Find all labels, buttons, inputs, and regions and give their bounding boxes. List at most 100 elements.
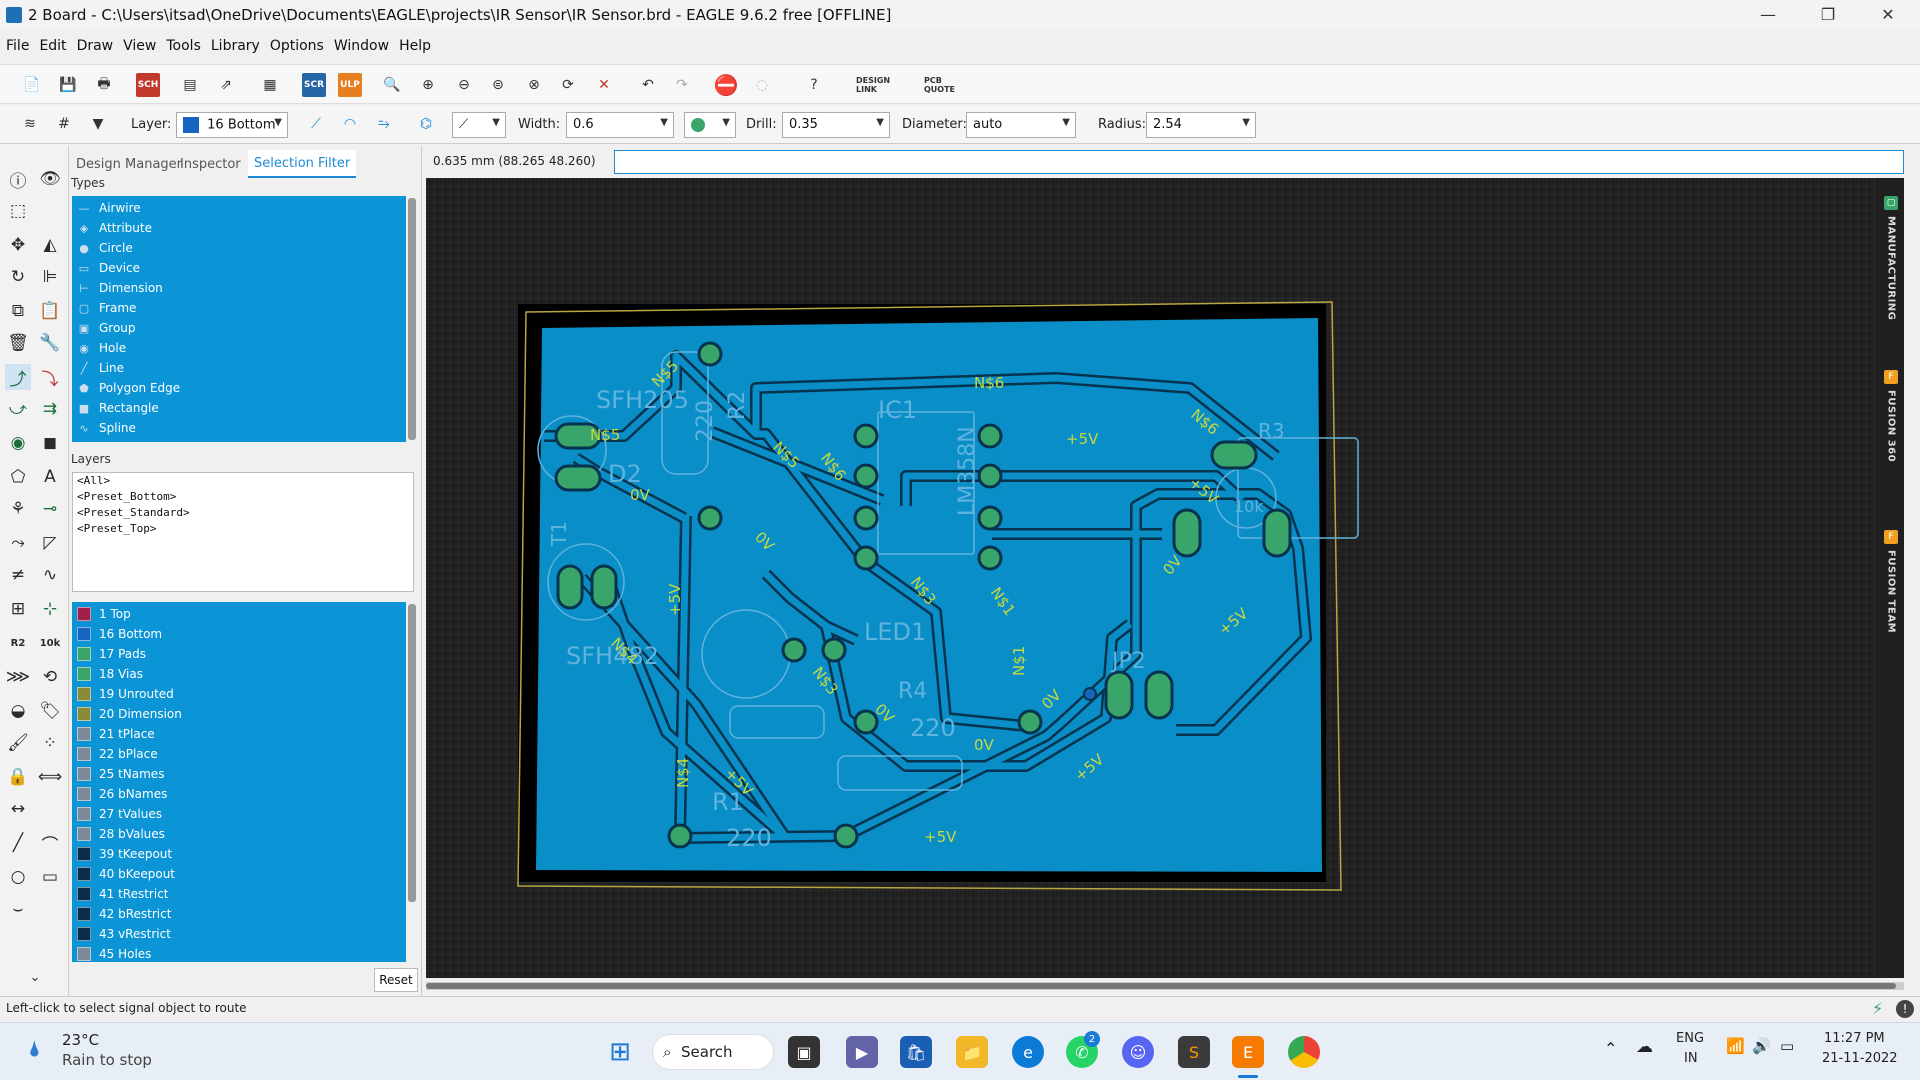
tab-manufacturing[interactable]: ▢ MANUFACTURING (1880, 196, 1902, 320)
bend-style-icon[interactable]: ⟋ (304, 112, 328, 136)
layer-row[interactable]: 16 Bottom (72, 624, 406, 644)
move-icon[interactable]: ✥ (5, 232, 31, 258)
layer-row[interactable]: 1 Top (72, 604, 406, 624)
tab-inspector[interactable]: Inspector (174, 150, 247, 178)
save-icon[interactable]: 💾 (56, 73, 80, 97)
replace-icon[interactable]: ⊹ (37, 596, 63, 622)
layer-stack-icon[interactable]: ≋ (18, 112, 42, 136)
circle-icon[interactable]: ○ (5, 864, 31, 890)
menu-options[interactable]: Options (270, 38, 324, 54)
meander-icon[interactable]: ⤻ (5, 396, 31, 422)
ripup-icon[interactable]: ⤵ (37, 364, 63, 390)
maximize-button[interactable]: ❐ (1805, 0, 1851, 29)
board-canvas[interactable]: SFH205 D2 IC1 LM358N R2 220 LED1 R4 220 … (426, 178, 1904, 978)
attribute-icon[interactable]: 🏷 (37, 698, 63, 724)
type-hole[interactable]: ◉ Hole (72, 338, 406, 358)
layer-row[interactable]: 41 tRestrict (72, 884, 406, 904)
language-in[interactable]: IN (1684, 1051, 1698, 1066)
route-diff-icon[interactable]: ⇉ (37, 396, 63, 422)
tab-fusion-360[interactable]: F FUSION 360 (1880, 370, 1902, 462)
close-button[interactable]: ✕ (1865, 0, 1911, 29)
wrench-icon[interactable]: 🔧 (37, 330, 63, 356)
canvas-scroll-thumb[interactable] (426, 983, 1896, 989)
type-group[interactable]: ▣ Group (72, 318, 406, 338)
name-icon[interactable]: R2 (5, 630, 31, 656)
type-frame[interactable]: ▢ Frame (72, 298, 406, 318)
preset-standard[interactable]: <Preset_Standard> (73, 505, 413, 521)
rotate-icon[interactable]: ↻ (5, 264, 31, 290)
layer-row[interactable]: 25 tNames (72, 764, 406, 784)
type-attribute[interactable]: ◈ Attribute (72, 218, 406, 238)
arc-icon[interactable]: ⌒ (37, 830, 63, 856)
canvas-horizontal-scrollbar[interactable] (426, 982, 1904, 990)
minimize-button[interactable]: — (1745, 0, 1791, 29)
stop-icon[interactable]: ⛔ (714, 73, 739, 97)
spread-icon[interactable]: ⟺ (37, 764, 63, 790)
layer-row[interactable]: 22 bPlace (72, 744, 406, 764)
menu-draw[interactable]: Draw (77, 38, 114, 54)
scr-icon[interactable]: SCR (302, 73, 326, 97)
ratsnest-icon[interactable]: ✕ (592, 73, 616, 97)
file-explorer-icon[interactable]: 📁 (956, 1036, 988, 1068)
text-icon[interactable]: A (37, 464, 63, 490)
radius-select[interactable]: 2.54 ▼ (1146, 112, 1256, 138)
chrome-icon[interactable] (1288, 1036, 1320, 1068)
polygon-fill-icon[interactable]: ◼ (37, 430, 63, 456)
windows-start-icon[interactable]: ⊞ (604, 1036, 636, 1068)
layer-row[interactable]: 43 vRestrict (72, 924, 406, 944)
smash-icon[interactable]: ⋙ (5, 664, 31, 690)
language-eng[interactable]: ENG (1676, 1031, 1704, 1046)
warning-icon[interactable]: ! (1896, 1000, 1914, 1018)
type-device[interactable]: ▭ Device (72, 258, 406, 278)
edge-browser-icon[interactable]: e (1012, 1036, 1044, 1068)
delete-icon[interactable]: 🗑 (5, 330, 31, 356)
mirror-icon[interactable]: ◭ (37, 232, 63, 258)
preset-bottom[interactable]: <Preset_Bottom> (73, 489, 413, 505)
copy-icon[interactable]: ⧉ (5, 298, 31, 324)
menu-edit[interactable]: Edit (39, 38, 66, 54)
layer-row[interactable]: 17 Pads (72, 644, 406, 664)
filter-icon[interactable]: ▼ (86, 112, 110, 136)
layer-row[interactable]: 28 bValues (72, 824, 406, 844)
split-icon[interactable]: ≠ (5, 562, 31, 588)
preset-all[interactable]: <All> (73, 473, 413, 489)
tray-chevron-up-icon[interactable]: ⌃ (1604, 1039, 1617, 1058)
obstacle-mode-icon[interactable]: ⌬ (414, 112, 438, 136)
teams-chat-icon[interactable]: ▶ (846, 1036, 878, 1068)
select-icon[interactable]: ⬚ (5, 198, 31, 224)
type-spline[interactable]: ∿ Spline (72, 418, 406, 438)
lightning-icon[interactable]: ⚡ (1872, 999, 1883, 1018)
layer-row[interactable]: 39 tKeepout (72, 844, 406, 864)
route-icon[interactable]: ⤴ (5, 364, 31, 390)
info-icon[interactable]: ⓘ (5, 166, 31, 192)
zoom-in-icon[interactable]: ⊕ (416, 73, 440, 97)
layer-row[interactable]: 18 Vias (72, 664, 406, 684)
discord-icon[interactable]: ☺ (1122, 1036, 1154, 1068)
type-dimension[interactable]: ⊢ Dimension (72, 278, 406, 298)
type-circle[interactable]: ● Circle (72, 238, 406, 258)
show-icon[interactable]: 👁 (37, 166, 63, 192)
go-icon[interactable]: ◌ (750, 73, 774, 97)
via-icon[interactable]: ◉ (5, 430, 31, 456)
volume-icon[interactable]: 🔊 (1752, 1037, 1771, 1055)
pcb-quote-button[interactable]: PCB QUOTE (924, 73, 968, 97)
menu-library[interactable]: Library (211, 38, 260, 54)
sch-icon[interactable]: SCH (136, 73, 160, 97)
layers-scrollbar[interactable] (408, 604, 416, 902)
route-mode-icon[interactable]: ◠ (338, 112, 362, 136)
taskbar-search[interactable]: ⌕ Search (652, 1034, 774, 1070)
battery-icon[interactable]: ▭ (1780, 1037, 1794, 1055)
layer-row[interactable]: 19 Unrouted (72, 684, 406, 704)
padlock-icon[interactable]: 🔒 (5, 764, 31, 790)
tab-fusion-team[interactable]: F FUSION TEAM (1880, 530, 1902, 633)
diameter-select[interactable]: auto ▼ (966, 112, 1076, 138)
3d-package-icon[interactable]: ▦ (258, 73, 282, 97)
eagle-taskbar-icon[interactable]: E (1232, 1036, 1264, 1068)
weather-text[interactable]: Rain to stop (62, 1051, 152, 1069)
types-scrollbar[interactable] (408, 198, 416, 440)
add-part-icon[interactable]: ⊞ (5, 596, 31, 622)
zoom-out-icon[interactable]: ⊖ (452, 73, 476, 97)
command-line-input[interactable] (614, 150, 1904, 174)
signal-icon[interactable]: ⚘ (5, 496, 31, 522)
layer-select[interactable]: 16 Bottom ▼ (176, 112, 288, 138)
